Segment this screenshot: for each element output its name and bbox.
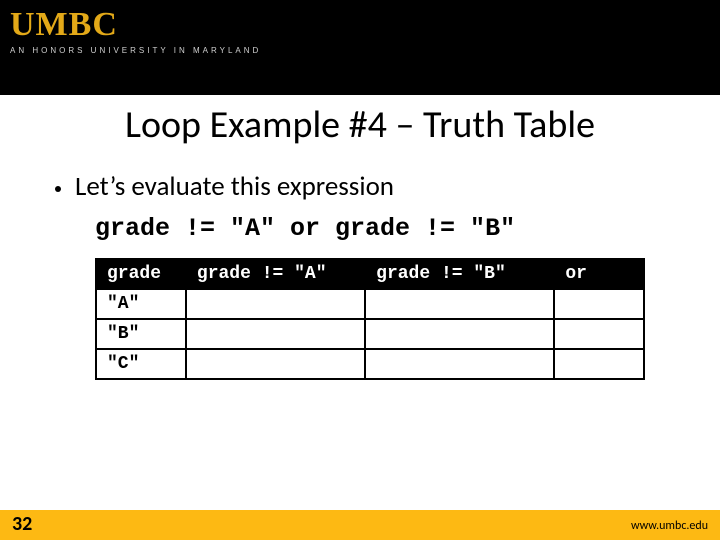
table-cell: [554, 289, 644, 319]
page-number: 32: [12, 512, 32, 536]
table-cell: [365, 319, 554, 349]
table-row: "A": [96, 289, 644, 319]
logo-subtitle: AN HONORS UNIVERSITY IN MARYLAND: [10, 46, 261, 55]
logo-text: UMBC: [10, 6, 261, 44]
footer-url: www.umbc.edu: [631, 519, 708, 533]
table-header-row: grade grade != "A" grade != "B" or: [96, 259, 644, 289]
slide-title: Loop Example #4 – Truth Table: [0, 102, 720, 148]
table-header: grade != "B": [365, 259, 554, 289]
bullet-icon: [55, 186, 61, 192]
table-header: grade != "A": [186, 259, 365, 289]
table-cell: "B": [96, 319, 186, 349]
table-cell: [554, 319, 644, 349]
code-expression: grade != "A" or grade != "B": [95, 214, 515, 243]
table-cell: [554, 349, 644, 379]
table-cell: [365, 289, 554, 319]
header-bar: UMBC AN HONORS UNIVERSITY IN MARYLAND: [0, 0, 720, 95]
footer-bar: 32 www.umbc.edu: [0, 510, 720, 540]
bullet-text: Let’s evaluate this expression: [75, 170, 394, 203]
logo: UMBC AN HONORS UNIVERSITY IN MARYLAND: [10, 6, 261, 55]
table-header: or: [554, 259, 644, 289]
table-cell: [186, 319, 365, 349]
table-cell: "A": [96, 289, 186, 319]
table-cell: [186, 289, 365, 319]
table-cell: "C": [96, 349, 186, 379]
table-header: grade: [96, 259, 186, 289]
bullet-item: Let’s evaluate this expression: [55, 170, 394, 203]
table-row: "B": [96, 319, 644, 349]
table-row: "C": [96, 349, 644, 379]
slide: UMBC AN HONORS UNIVERSITY IN MARYLAND Lo…: [0, 0, 720, 540]
table-cell: [365, 349, 554, 379]
truth-table: grade grade != "A" grade != "B" or "A" "…: [95, 258, 645, 380]
table-cell: [186, 349, 365, 379]
